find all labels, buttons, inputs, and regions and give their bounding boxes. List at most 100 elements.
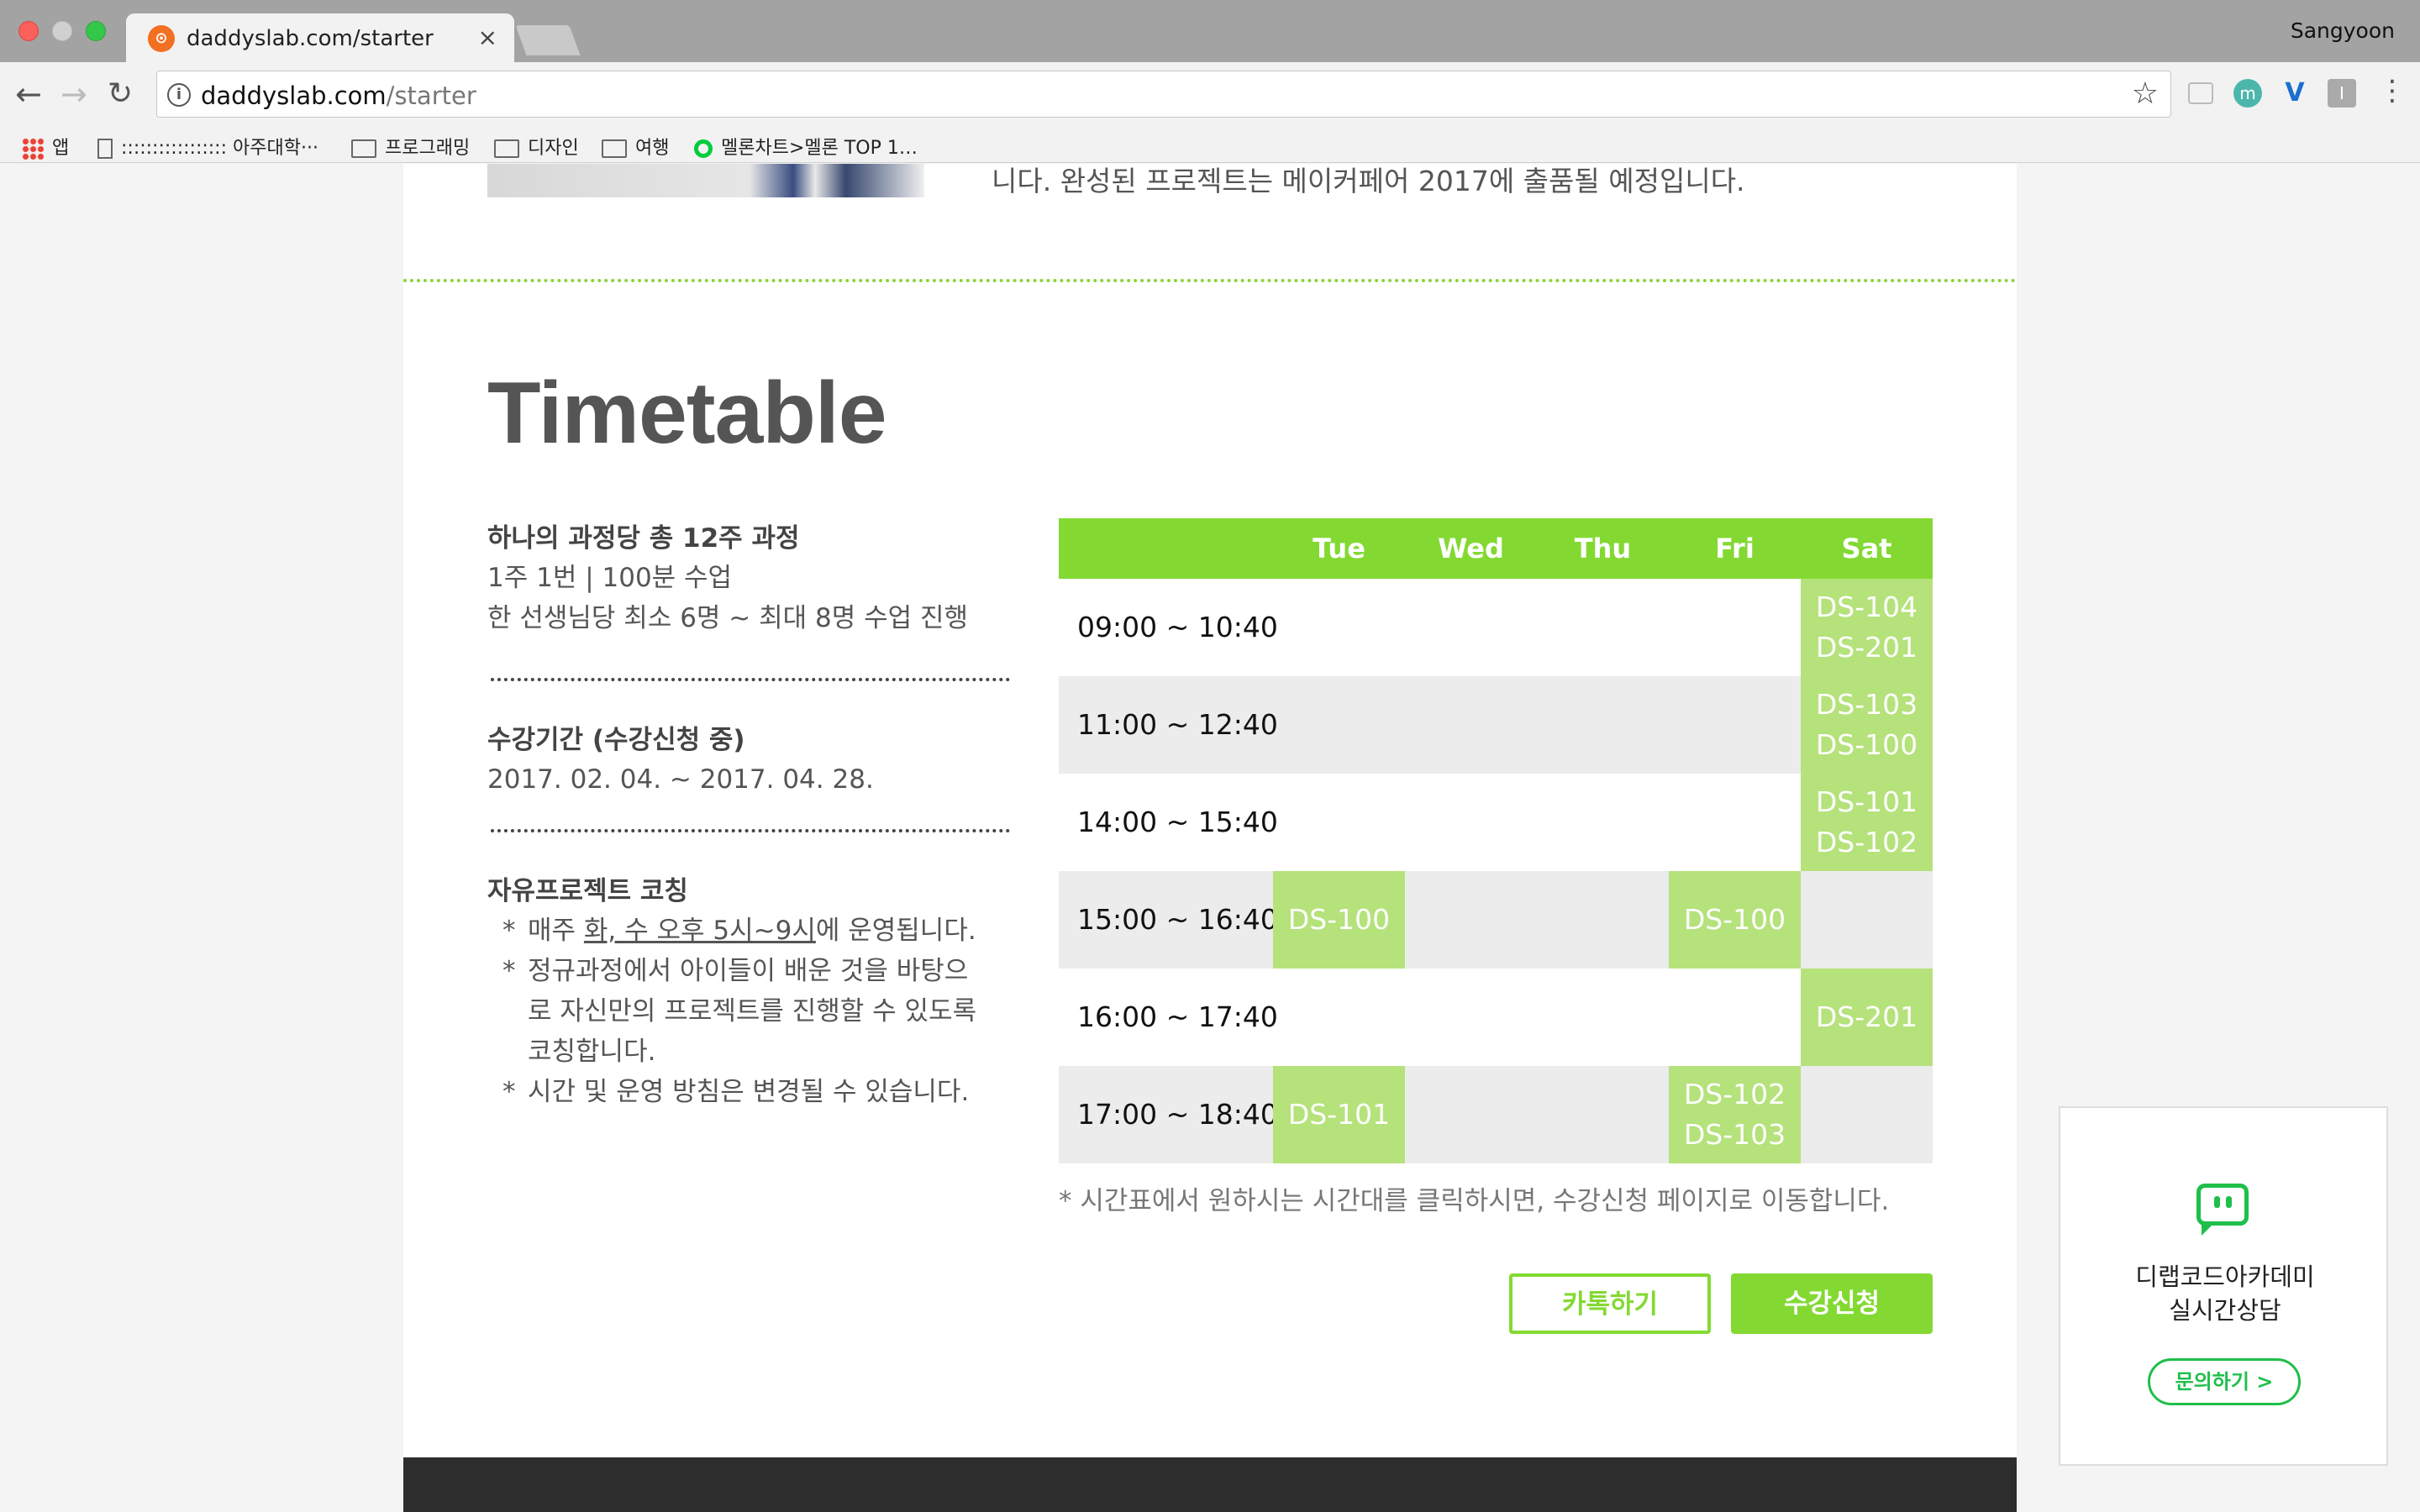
note-schedule: 화, 수 오후 5시~9시	[583, 916, 816, 946]
browser-tab-active[interactable]: ⊙ daddyslab.com/starter ×	[126, 13, 514, 62]
class-code: DS-101	[1287, 1098, 1391, 1131]
class-code: DS-103	[1815, 688, 1918, 721]
v-extension-icon[interactable]: V	[2281, 79, 2309, 108]
bookmark-folder-programming[interactable]: 프로그래밍	[351, 133, 470, 160]
bookmark-label: 디자인	[528, 138, 579, 159]
bookmark-ajou[interactable]: ::::::::::::::::: 아주대학···	[97, 133, 318, 160]
apply-button[interactable]: 수강신청	[1731, 1273, 1933, 1334]
day-header-sat: Sat	[1841, 533, 1892, 564]
bookmark-label: ::::::::::::::::: 아주대학···	[121, 138, 318, 159]
class-code: DS-100	[1683, 903, 1786, 936]
enrollment-period: 수강기간 (수강신청 중) 2017. 02. 04. ~ 2017. 04. …	[487, 718, 1017, 800]
url-host: daddyslab.com	[201, 81, 387, 110]
note-text: 매주	[528, 916, 584, 946]
kakao-button[interactable]: 카톡하기	[1509, 1273, 1711, 1334]
class-slot-fri[interactable]: DS-100	[1669, 871, 1801, 969]
period-dates: 2017. 02. 04. ~ 2017. 04. 28.	[487, 764, 874, 795]
class-slot-fri[interactable]: DS-102 DS-103	[1669, 1066, 1801, 1163]
cast-extension-icon[interactable]	[2188, 82, 2213, 104]
time-slot-label: 14:00 ~ 15:40	[1077, 806, 1278, 838]
extension-icon[interactable]: I	[2328, 79, 2356, 108]
chat-bubble-tail	[2202, 1224, 2213, 1236]
project-coaching: 자유프로젝트 코칭 * 매주 화, 수 오후 5시~9시에 운영됩니다. * 정규과…	[487, 869, 1017, 1112]
class-code: DS-100	[1815, 728, 1918, 761]
note-text: 시간 및 운영 방침은 변경될 수 있습니다.	[528, 1077, 970, 1107]
folder-icon	[602, 139, 627, 158]
class-slot-sat[interactable]: DS-103 DS-100	[1801, 676, 1933, 774]
profile-name[interactable]: Sangyoon	[2291, 18, 2395, 43]
new-tab-button[interactable]	[515, 25, 581, 55]
bookmark-star-icon[interactable]: ☆	[2132, 76, 2159, 111]
browser-tab-strip: ⊙ daddyslab.com/starter × Sangyoon	[0, 0, 2420, 62]
folder-icon	[494, 139, 519, 158]
day-header-fri: Fri	[1715, 533, 1754, 564]
site-info-icon[interactable]: i	[167, 83, 191, 107]
class-slot-tue[interactable]: DS-101	[1273, 1066, 1405, 1163]
bookmark-label: 여행	[635, 138, 670, 159]
bookmark-label: 멜론차트>멜론 TOP 1…	[721, 138, 918, 159]
page-icon	[97, 139, 113, 159]
apps-icon	[22, 138, 44, 160]
period-heading: 수강기간 (수강신청 중)	[487, 725, 745, 755]
bullet-asterisk: *	[502, 956, 516, 986]
coaching-note: * 시간 및 운영 방침은 변경될 수 있습니다.	[487, 1072, 1017, 1112]
class-slot-sat[interactable]: DS-201	[1801, 969, 1933, 1066]
coaching-heading: 자유프로젝트 코칭	[487, 876, 688, 906]
melon-icon	[694, 139, 713, 158]
browser-menu-icon[interactable]: ⋮	[2378, 74, 2407, 108]
browser-toolbar: ← → ↻ i daddyslab.com/starter ☆ m V I ⋮	[0, 62, 2420, 126]
bookmark-folder-travel[interactable]: 여행	[602, 133, 669, 160]
back-button[interactable]: ←	[15, 74, 42, 114]
url-text: daddyslab.com/starter	[201, 81, 476, 110]
coaching-note: * 정규과정에서 아이들이 배운 것을 바탕으로 자신만의 프로젝트를 진행할 수…	[487, 951, 992, 1072]
timetable-header: Tue Wed Thu Fri Sat	[1059, 518, 1933, 579]
day-header-thu: Thu	[1574, 533, 1632, 564]
window-minimize-button[interactable]	[52, 21, 72, 41]
chat-bubble-icon	[2196, 1184, 2249, 1226]
section-divider	[403, 279, 2017, 282]
class-slot-sat[interactable]: DS-104 DS-201	[1801, 579, 1933, 676]
note-text: 정규과정에서 아이들이 배운 것을 바탕으로 자신만의 프로젝트를 진행할 수 …	[528, 956, 977, 1067]
course-summary: 하나의 과정당 총 12주 과정 1주 1번 | 100분 수업 한 선생님당 …	[487, 517, 1017, 638]
content-panel: 니다. 완성된 프로젝트는 메이커페어 2017에 출품될 예정입니다. Tim…	[403, 164, 2017, 1512]
timetable-footnote: * 시간표에서 원하시는 시간대를 클릭하시면, 수강신청 페이지로 이동합니다…	[1059, 1186, 1890, 1216]
day-header-tue: Tue	[1313, 533, 1365, 564]
course-heading: 하나의 과정당 총 12주 과정	[487, 523, 800, 554]
class-code: DS-101	[1815, 785, 1918, 818]
page-viewport: 니다. 완성된 프로젝트는 메이커페어 2017에 출품될 예정입니다. Tim…	[0, 164, 2420, 1512]
m-extension-icon[interactable]: m	[2233, 79, 2262, 108]
timetable-row: 15:00 ~ 16:40 DS-100 DS-100	[1059, 871, 1933, 969]
time-slot-label: 16:00 ~ 17:40	[1077, 1000, 1278, 1033]
url-path: /starter	[386, 81, 476, 110]
tab-title: daddyslab.com/starter	[187, 26, 434, 51]
site-favicon-icon: ⊙	[148, 25, 175, 52]
class-slot-tue[interactable]: DS-100	[1273, 871, 1405, 969]
window-close-button[interactable]	[18, 21, 39, 41]
bookmark-label: 앱	[52, 138, 70, 159]
class-code: DS-102	[1815, 826, 1918, 858]
course-class-size: 한 선생님당 최소 6명 ~ 최대 8명 수업 진행	[487, 603, 969, 633]
tab-close-icon[interactable]: ×	[478, 24, 497, 51]
forward-button[interactable]: →	[60, 74, 87, 114]
chat-title: 디랩코드아카데미	[2135, 1263, 2315, 1291]
info-divider	[491, 829, 1010, 832]
window-maximize-button[interactable]	[86, 21, 106, 41]
bookmark-apps[interactable]: 앱	[22, 133, 69, 160]
address-bar[interactable]: i daddyslab.com/starter ☆	[156, 71, 2171, 118]
note-text: 에 운영됩니다.	[815, 916, 976, 946]
page-title: Timetable	[487, 365, 887, 462]
bookmark-melon[interactable]: 멜론차트>멜론 TOP 1…	[694, 133, 918, 160]
class-code: DS-100	[1287, 903, 1391, 936]
chat-widget[interactable]: 디랩코드아카데미 실시간상담 문의하기 >	[2059, 1106, 2388, 1466]
project-photo	[487, 164, 924, 197]
timetable-row: 09:00 ~ 10:40 DS-104 DS-201	[1059, 579, 1933, 676]
reload-button[interactable]: ↻	[108, 74, 133, 114]
class-slot-sat[interactable]: DS-101 DS-102	[1801, 774, 1933, 871]
class-code: DS-201	[1815, 1000, 1918, 1033]
timetable-row: 17:00 ~ 18:40 DS-101 DS-102 DS-103	[1059, 1066, 1933, 1163]
bullet-asterisk: *	[502, 1077, 516, 1107]
bookmark-folder-design[interactable]: 디자인	[494, 133, 579, 160]
timetable-row: 14:00 ~ 15:40 DS-101 DS-102	[1059, 774, 1933, 871]
inquiry-button[interactable]: 문의하기 >	[2148, 1358, 2301, 1405]
time-slot-label: 11:00 ~ 12:40	[1077, 708, 1278, 741]
